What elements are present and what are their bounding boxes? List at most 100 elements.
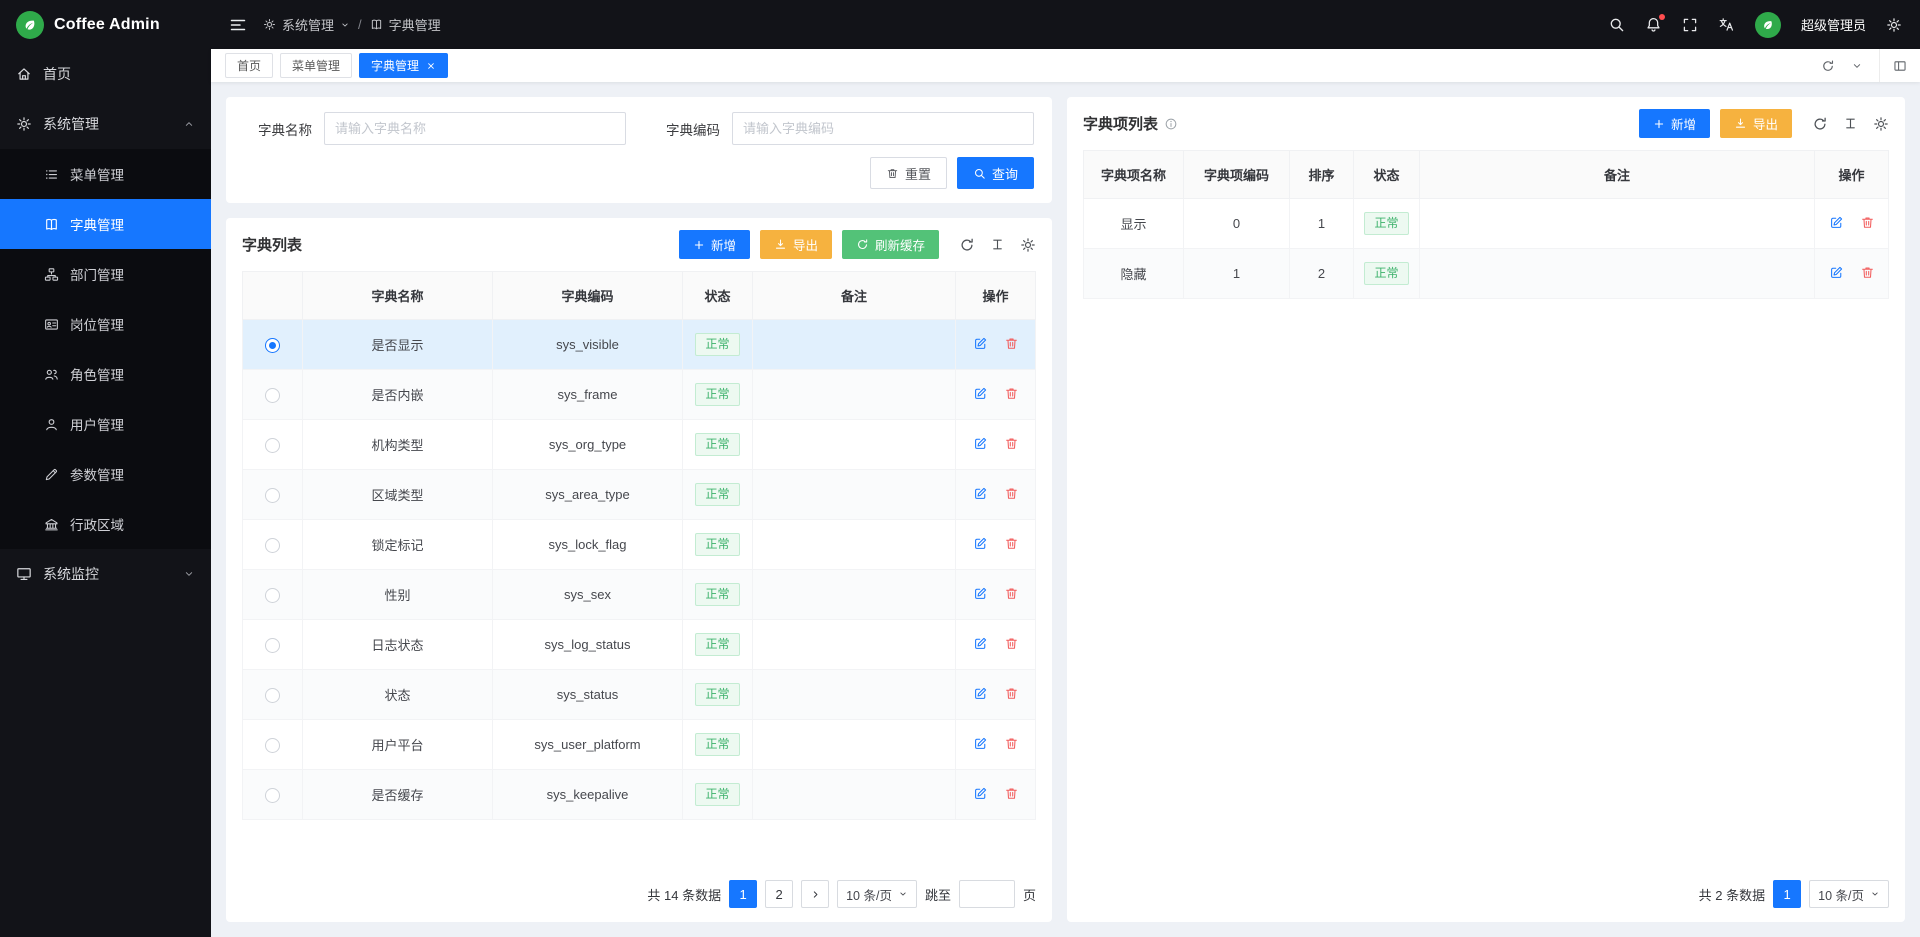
row-select-radio[interactable] [265, 588, 280, 603]
row-select-radio[interactable] [265, 538, 280, 553]
username[interactable]: 超级管理员 [1801, 15, 1866, 34]
delete-icon[interactable] [1004, 336, 1019, 351]
edit-icon[interactable] [973, 586, 988, 601]
breadcrumb-system-management[interactable]: 系统管理 [263, 15, 350, 34]
edit-icon[interactable] [973, 736, 988, 751]
sidebar-item-param-management[interactable]: 参数管理 [0, 449, 211, 499]
refresh-table-icon[interactable] [959, 237, 975, 253]
edit-icon[interactable] [973, 386, 988, 401]
refresh-cache-button[interactable]: 刷新缓存 [842, 230, 939, 259]
edit-icon[interactable] [973, 436, 988, 451]
page-size-select[interactable]: 10 条/页 [837, 880, 917, 908]
dict-table-row[interactable]: 日志状态sys_log_status正常 [243, 620, 1036, 670]
tab-menu-management[interactable]: 菜单管理 [280, 53, 352, 78]
dict-item-row[interactable]: 显示01正常 [1084, 199, 1889, 249]
delete-icon[interactable] [1860, 215, 1875, 230]
dict-item-row[interactable]: 隐藏12正常 [1084, 249, 1889, 299]
sidebar-item-menu-management[interactable]: 菜单管理 [0, 149, 211, 199]
item-code-cell: 0 [1184, 199, 1290, 249]
row-select-radio[interactable] [265, 788, 280, 803]
row-select-radio[interactable] [265, 488, 280, 503]
query-button[interactable]: 查询 [957, 157, 1034, 189]
delete-icon[interactable] [1004, 636, 1019, 651]
sidebar-item-home[interactable]: 首页 [0, 49, 211, 99]
edit-icon[interactable] [1829, 215, 1844, 230]
edit-icon[interactable] [973, 636, 988, 651]
column-settings-icon[interactable] [1873, 116, 1889, 132]
delete-icon[interactable] [1004, 586, 1019, 601]
page-button-2[interactable]: 2 [765, 880, 793, 908]
dict-table-row[interactable]: 机构类型sys_org_type正常 [243, 420, 1036, 470]
edit-icon[interactable] [973, 686, 988, 701]
dict-table-row[interactable]: 状态sys_status正常 [243, 670, 1036, 720]
sidebar-item-user-management[interactable]: 用户管理 [0, 399, 211, 449]
edit-icon[interactable] [973, 486, 988, 501]
fullscreen-icon[interactable] [1682, 17, 1698, 33]
refresh-table-icon[interactable] [1812, 116, 1828, 132]
column-settings-icon[interactable] [1020, 237, 1036, 253]
refresh-page-icon[interactable] [1821, 59, 1835, 73]
total-count: 共 2 条数据 [1699, 885, 1765, 904]
sidebar-item-dept-management[interactable]: 部门管理 [0, 249, 211, 299]
dict-table-row[interactable]: 区域类型sys_area_type正常 [243, 470, 1036, 520]
delete-icon[interactable] [1004, 436, 1019, 451]
row-select-radio[interactable] [265, 738, 280, 753]
dict-table-row[interactable]: 是否缓存sys_keepalive正常 [243, 770, 1036, 820]
layout-toggle-icon[interactable] [1879, 49, 1920, 82]
sidebar-item-system-management[interactable]: 系统管理 [0, 99, 211, 149]
edit-icon[interactable] [1829, 265, 1844, 280]
sidebar-item-role-management[interactable]: 角色管理 [0, 349, 211, 399]
reset-button[interactable]: 重置 [870, 157, 947, 189]
delete-icon[interactable] [1004, 686, 1019, 701]
row-select-radio[interactable] [265, 438, 280, 453]
settings-gear-icon[interactable] [1886, 17, 1902, 33]
dict-table-row[interactable]: 性别sys_sex正常 [243, 570, 1036, 620]
chevron-down-icon[interactable] [1851, 60, 1863, 72]
tab-home[interactable]: 首页 [225, 53, 273, 78]
dict-name-input[interactable] [324, 112, 626, 145]
delete-icon[interactable] [1004, 536, 1019, 551]
user-avatar[interactable] [1755, 12, 1781, 38]
edit-icon[interactable] [973, 536, 988, 551]
page-button-1[interactable]: 1 [1773, 880, 1801, 908]
close-icon[interactable] [426, 61, 436, 71]
sidebar-item-dict-management[interactable]: 字典管理 [0, 199, 211, 249]
search-icon[interactable] [1608, 16, 1625, 33]
list-icon [44, 167, 59, 182]
add-dict-item-button[interactable]: 新增 [1639, 109, 1710, 138]
edit-icon[interactable] [973, 336, 988, 351]
row-density-icon[interactable] [1843, 116, 1858, 131]
edit-icon[interactable] [973, 786, 988, 801]
sidebar-collapse-icon[interactable] [229, 16, 247, 34]
dict-code-input[interactable] [732, 112, 1034, 145]
dict-table-row[interactable]: 是否显示sys_visible正常 [243, 320, 1036, 370]
sidebar-item-region-management[interactable]: 行政区域 [0, 499, 211, 549]
notification-bell-icon[interactable] [1645, 16, 1662, 33]
dict-table-row[interactable]: 用户平台sys_user_platform正常 [243, 720, 1036, 770]
page-size-select[interactable]: 10 条/页 [1809, 880, 1889, 908]
row-select-radio[interactable] [265, 338, 280, 353]
next-page-button[interactable] [801, 880, 829, 908]
row-select-radio[interactable] [265, 688, 280, 703]
delete-icon[interactable] [1860, 265, 1875, 280]
sidebar-item-system-monitor[interactable]: 系统监控 [0, 549, 211, 599]
dict-table-row[interactable]: 锁定标记sys_lock_flag正常 [243, 520, 1036, 570]
translate-icon[interactable] [1718, 16, 1735, 33]
delete-icon[interactable] [1004, 786, 1019, 801]
delete-icon[interactable] [1004, 486, 1019, 501]
add-dict-button[interactable]: 新增 [679, 230, 750, 259]
page-button-1[interactable]: 1 [729, 880, 757, 908]
row-density-icon[interactable] [990, 237, 1005, 252]
delete-icon[interactable] [1004, 736, 1019, 751]
sidebar-item-post-management[interactable]: 岗位管理 [0, 299, 211, 349]
row-select-radio[interactable] [265, 388, 280, 403]
breadcrumb-dict-management: 字典管理 [370, 15, 441, 34]
row-select-radio[interactable] [265, 638, 280, 653]
column-header: 字典项名称 [1084, 151, 1184, 199]
jump-page-input[interactable] [959, 880, 1015, 908]
export-dict-items-button[interactable]: 导出 [1720, 109, 1792, 138]
delete-icon[interactable] [1004, 386, 1019, 401]
export-dict-button[interactable]: 导出 [760, 230, 832, 259]
dict-table-row[interactable]: 是否内嵌sys_frame正常 [243, 370, 1036, 420]
tab-dict-management[interactable]: 字典管理 [359, 53, 448, 78]
